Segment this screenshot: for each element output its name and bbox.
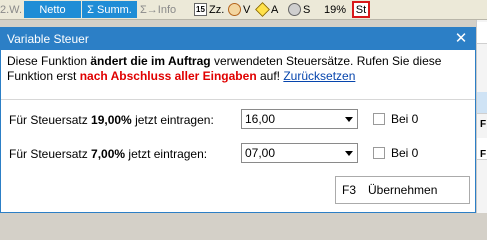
bei-0-checkbox-label: Bei 0 [391,146,419,160]
tax-rate-row: Für Steuersatz 19,00% jetzt eintragen: 1… [1,109,475,131]
toolbar-item-partial[interactable]: 2.W. [0,1,22,18]
toolbar-zz-button[interactable]: 15 Zz. [194,1,224,18]
divider [1,99,475,100]
background-char: F [480,149,487,160]
tax-rate-label: Für Steuersatz 19,00% jetzt eintragen: [9,113,214,127]
toolbar-s-label: S [303,3,311,16]
dialog-title: Variable Steuer [7,32,89,46]
tax-rate-value: 19,00% [91,113,132,127]
info-text-warning: nach Abschluss aller Eingaben [79,69,257,83]
calendar-icon: 15 [194,3,207,16]
close-icon[interactable]: ✕ [453,31,469,47]
reset-link[interactable]: Zurücksetzen [283,69,355,83]
apply-button-label: Übernehmen [368,183,438,197]
variable-tax-dialog: Variable Steuer ✕ Diese Funktion ändert … [0,27,476,213]
apply-button[interactable]: F3 Übernehmen [335,176,470,204]
tax-rate-select[interactable]: 07,00 [241,143,358,163]
toolbar-summ-button[interactable]: Σ Summ. [82,1,137,18]
tax-rate-row: Für Steuersatz 7,00% jetzt eintragen: 07… [1,143,475,165]
toolbar-v-label: V [243,3,251,16]
dialog-titlebar[interactable]: Variable Steuer ✕ [1,28,475,50]
toolbar-percent-label[interactable]: 19% [324,1,346,18]
tax-rate-select-value: 16,00 [245,112,276,126]
warning-icon [255,2,270,17]
tax-rate-value: 7,00% [91,147,126,161]
bei-0-checkbox[interactable] [373,113,385,125]
info-text-part: Diese Funktion [7,54,91,68]
background-char: F [480,119,487,130]
dialog-info-text: Diese Funktion ändert die im Auftrag ver… [7,54,467,84]
info-text-bold: ändert die im Auftrag [90,54,211,68]
piggy-bank-icon [288,3,301,16]
toolbar-st-button[interactable]: St [352,1,370,18]
toolbar-a-label: A [271,3,279,16]
info-text-part: auf! [256,69,284,83]
toolbar-v-button[interactable]: V [228,1,250,18]
toolbar-zz-label: Zz. [209,3,225,16]
tax-rate-select-value: 07,00 [245,146,276,160]
toolbar-info-button[interactable]: Σ→Info [140,1,192,18]
tax-rate-select[interactable]: 16,00 [241,109,358,129]
shortcut-key-label: F3 [342,183,357,197]
toolbar-netto-button[interactable]: Netto [24,1,81,18]
app-toolbar: 2.W. Netto Σ Summ. Σ→Info 15 Zz. V A S 1… [0,0,487,20]
bei-0-checkbox-label: Bei 0 [391,112,419,126]
chevron-down-icon[interactable] [341,145,356,161]
toolbar-s-button[interactable]: S [288,1,310,18]
toolbar-a-button[interactable]: A [255,1,279,18]
background-grid: F F [476,20,487,213]
person-icon [228,3,241,16]
bei-0-checkbox[interactable] [373,147,385,159]
chevron-down-icon[interactable] [341,111,356,127]
tax-rate-label: Für Steuersatz 7,00% jetzt eintragen: [9,147,208,161]
